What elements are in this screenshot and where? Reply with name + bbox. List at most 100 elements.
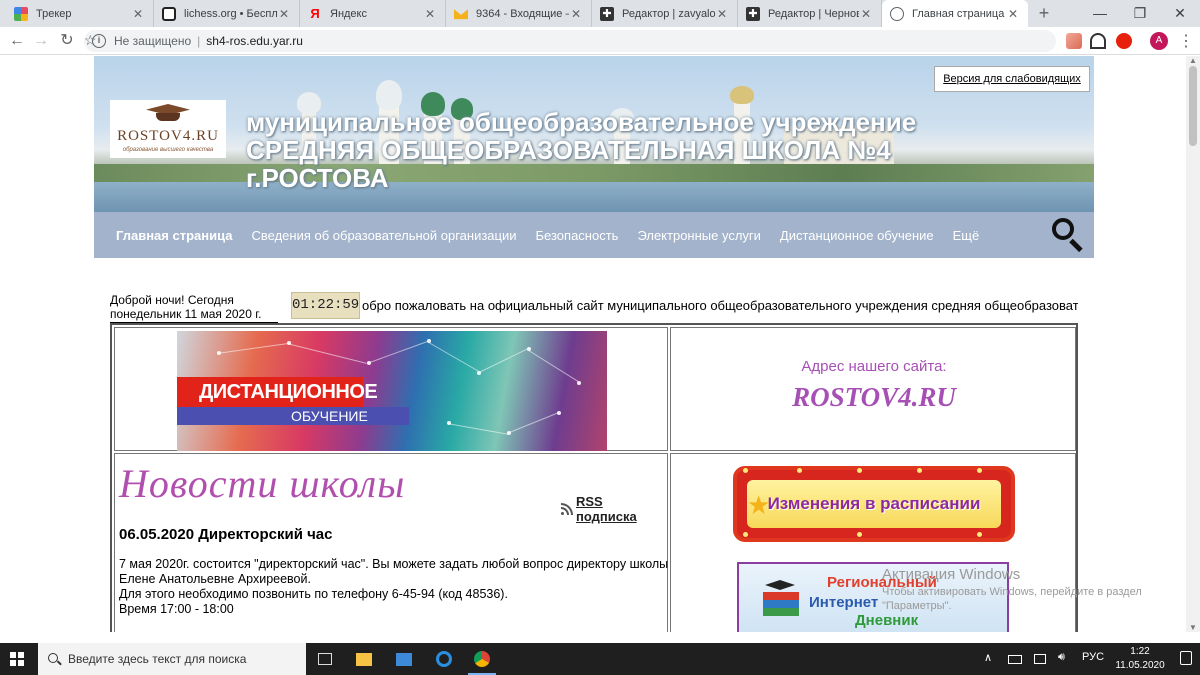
reload-button[interactable]: ↻ bbox=[56, 30, 78, 52]
browser-tab[interactable]: ✚ Редактор | zavyalov's а ✕ bbox=[592, 0, 738, 27]
forward-button[interactable]: → bbox=[30, 30, 52, 52]
maximize-button[interactable]: ❐ bbox=[1120, 2, 1160, 24]
search-icon bbox=[48, 653, 58, 663]
browser-menu-icon[interactable]: ⋮ bbox=[1178, 31, 1194, 51]
browser-tab[interactable]: Трекер ✕ bbox=[6, 0, 154, 27]
schedule-changes-banner[interactable]: ★ Изменения в расписании bbox=[733, 466, 1015, 542]
chrome-icon[interactable] bbox=[474, 651, 490, 667]
notifications-icon[interactable] bbox=[1180, 651, 1192, 665]
close-tab-icon[interactable]: ✕ bbox=[277, 7, 291, 21]
decor bbox=[977, 532, 982, 537]
page-scrollbar[interactable]: ▲ ▼ bbox=[1186, 56, 1200, 632]
scroll-down-icon[interactable]: ▼ bbox=[1189, 623, 1197, 632]
menu-item-security[interactable]: Безопасность bbox=[536, 228, 619, 243]
news-cell: Новости школы RSS подписка 06.05.2020 Ди… bbox=[114, 453, 668, 632]
extension-pdf-icon[interactable] bbox=[1066, 33, 1082, 49]
welcome-marquee: обро пожаловать на официальный сайт муни… bbox=[362, 298, 1078, 313]
browser-tab[interactable]: lichess.org • Бесплатны ✕ bbox=[154, 0, 300, 27]
network-icon[interactable] bbox=[1034, 654, 1046, 664]
site-address[interactable]: ROSTOV4.RU bbox=[671, 382, 1077, 413]
close-tab-icon[interactable]: ✕ bbox=[1006, 7, 1020, 21]
distance-learning-banner[interactable]: ДИСТАНЦИОННОЕ ОБУЧЕНИЕ bbox=[177, 331, 607, 451]
profile-avatar[interactable]: A bbox=[1150, 32, 1168, 50]
browser-tab-active[interactable]: Главная страница ✕ bbox=[882, 0, 1028, 27]
editor-favicon-icon: ✚ bbox=[746, 6, 760, 21]
activation-text: Чтобы активировать Windows, перейдите в … bbox=[882, 586, 1142, 612]
menu-item-distance[interactable]: Дистанционное обучение bbox=[780, 228, 934, 243]
store-icon[interactable] bbox=[396, 653, 412, 666]
tracker-favicon-icon bbox=[14, 6, 28, 21]
books-icon bbox=[763, 592, 799, 616]
decor bbox=[917, 468, 922, 473]
school-title: муниципальное общеобразовательное учрежд… bbox=[246, 108, 1046, 192]
page-clock: 01:22:59 bbox=[291, 292, 360, 319]
decor bbox=[366, 341, 428, 364]
decor bbox=[286, 343, 367, 364]
close-window-button[interactable]: ✕ bbox=[1160, 2, 1200, 24]
news-paragraph: Время 17:00 - 18:00 bbox=[119, 602, 234, 616]
decor bbox=[526, 349, 579, 382]
low-vision-version-button[interactable]: Версия для слабовидящих bbox=[934, 66, 1090, 92]
tab-title: Главная страница bbox=[912, 7, 1005, 20]
chevron-up-icon[interactable]: ∧ bbox=[984, 651, 992, 664]
back-button[interactable]: ← bbox=[6, 30, 28, 52]
scroll-thumb[interactable] bbox=[1189, 66, 1197, 146]
decor bbox=[426, 341, 480, 372]
menu-item-eservices[interactable]: Электронные услуги bbox=[637, 228, 760, 243]
close-tab-icon[interactable]: ✕ bbox=[569, 7, 583, 21]
close-tab-icon[interactable]: ✕ bbox=[131, 7, 145, 21]
decor bbox=[506, 412, 560, 434]
edge-icon[interactable] bbox=[436, 651, 452, 667]
news-paragraph: Для этого необходимо позвонить по телефо… bbox=[119, 587, 508, 601]
address-bar[interactable]: i Не защищено | sh4-ros.edu.yar.ru ☆ bbox=[84, 30, 1056, 52]
extension-drive-icon[interactable] bbox=[1090, 33, 1106, 49]
decor bbox=[376, 80, 402, 110]
minimize-button[interactable]: — bbox=[1080, 2, 1120, 24]
page-viewport: ROSTOV4.RU образование высшего качества … bbox=[0, 56, 1200, 632]
school-logo[interactable]: ROSTOV4.RU образование высшего качества bbox=[110, 100, 226, 158]
decor bbox=[857, 532, 862, 537]
browser-tab[interactable]: Я Яндекс ✕ bbox=[300, 0, 446, 27]
distance-label-2: ОБУЧЕНИЕ bbox=[177, 407, 409, 425]
file-explorer-icon[interactable] bbox=[356, 653, 372, 666]
graduation-cap-icon bbox=[765, 580, 795, 590]
taskbar-search-input[interactable]: Введите здесь текст для поиска bbox=[38, 643, 306, 675]
windows-start-icon[interactable] bbox=[10, 652, 24, 666]
rss-icon bbox=[561, 503, 573, 515]
system-clock[interactable]: 1:22 11.05.2020 bbox=[1110, 645, 1170, 673]
decor bbox=[743, 532, 748, 537]
close-tab-icon[interactable]: ✕ bbox=[859, 7, 873, 21]
browser-tab[interactable]: ✚ Редактор | Черновик | ✕ bbox=[738, 0, 882, 27]
close-tab-icon[interactable]: ✕ bbox=[715, 7, 729, 21]
distance-learning-cell: ДИСТАНЦИОННОЕ ОБУЧЕНИЕ bbox=[114, 327, 668, 451]
search-icon[interactable] bbox=[1052, 218, 1084, 253]
title-line-3: г.РОСТОВА bbox=[246, 163, 389, 193]
greeting: Доброй ночи! Сегодня понедельник 11 мая … bbox=[110, 293, 282, 323]
menu-item-info[interactable]: Сведения об образовательной организации bbox=[251, 228, 516, 243]
tab-title: Редактор | zavyalov's а bbox=[622, 7, 715, 20]
scroll-up-icon[interactable]: ▲ bbox=[1189, 56, 1197, 65]
volume-icon[interactable]: 🔊︎ bbox=[1058, 651, 1065, 664]
news-headline[interactable]: 06.05.2020 Директорский час bbox=[119, 526, 333, 543]
language-indicator[interactable]: РУС bbox=[1082, 651, 1104, 663]
tab-title: Трекер bbox=[36, 7, 72, 20]
main-menu: Главная страница Сведения об образовател… bbox=[94, 212, 1094, 258]
decor bbox=[977, 468, 982, 473]
extension-opera-icon[interactable] bbox=[1116, 33, 1132, 49]
tab-title: lichess.org • Бесплатны bbox=[184, 7, 277, 20]
browser-tab-strip: Трекер ✕ lichess.org • Бесплатны ✕ Я Янд… bbox=[0, 0, 1200, 27]
decor bbox=[730, 86, 754, 104]
decor bbox=[476, 348, 528, 374]
battery-icon[interactable] bbox=[1008, 655, 1022, 664]
menu-item-home[interactable]: Главная страница bbox=[116, 228, 232, 243]
new-tab-button[interactable]: + bbox=[1034, 4, 1054, 24]
menu-item-more[interactable]: Ещё bbox=[953, 228, 980, 243]
task-view-icon[interactable] bbox=[318, 653, 332, 665]
site-address-cell: Адрес нашего сайта: ROSTOV4.RU bbox=[670, 327, 1076, 451]
news-body: 7 мая 2020г. состоится "директорский час… bbox=[119, 557, 669, 617]
close-tab-icon[interactable]: ✕ bbox=[423, 7, 437, 21]
decor: ★ Изменения в расписании bbox=[747, 480, 1001, 528]
star-icon[interactable]: ☆ bbox=[84, 32, 1046, 49]
rss-subscribe-link[interactable]: RSS подписка bbox=[561, 494, 667, 524]
browser-tab[interactable]: 9364 - Входящие — Ян ✕ bbox=[446, 0, 592, 27]
